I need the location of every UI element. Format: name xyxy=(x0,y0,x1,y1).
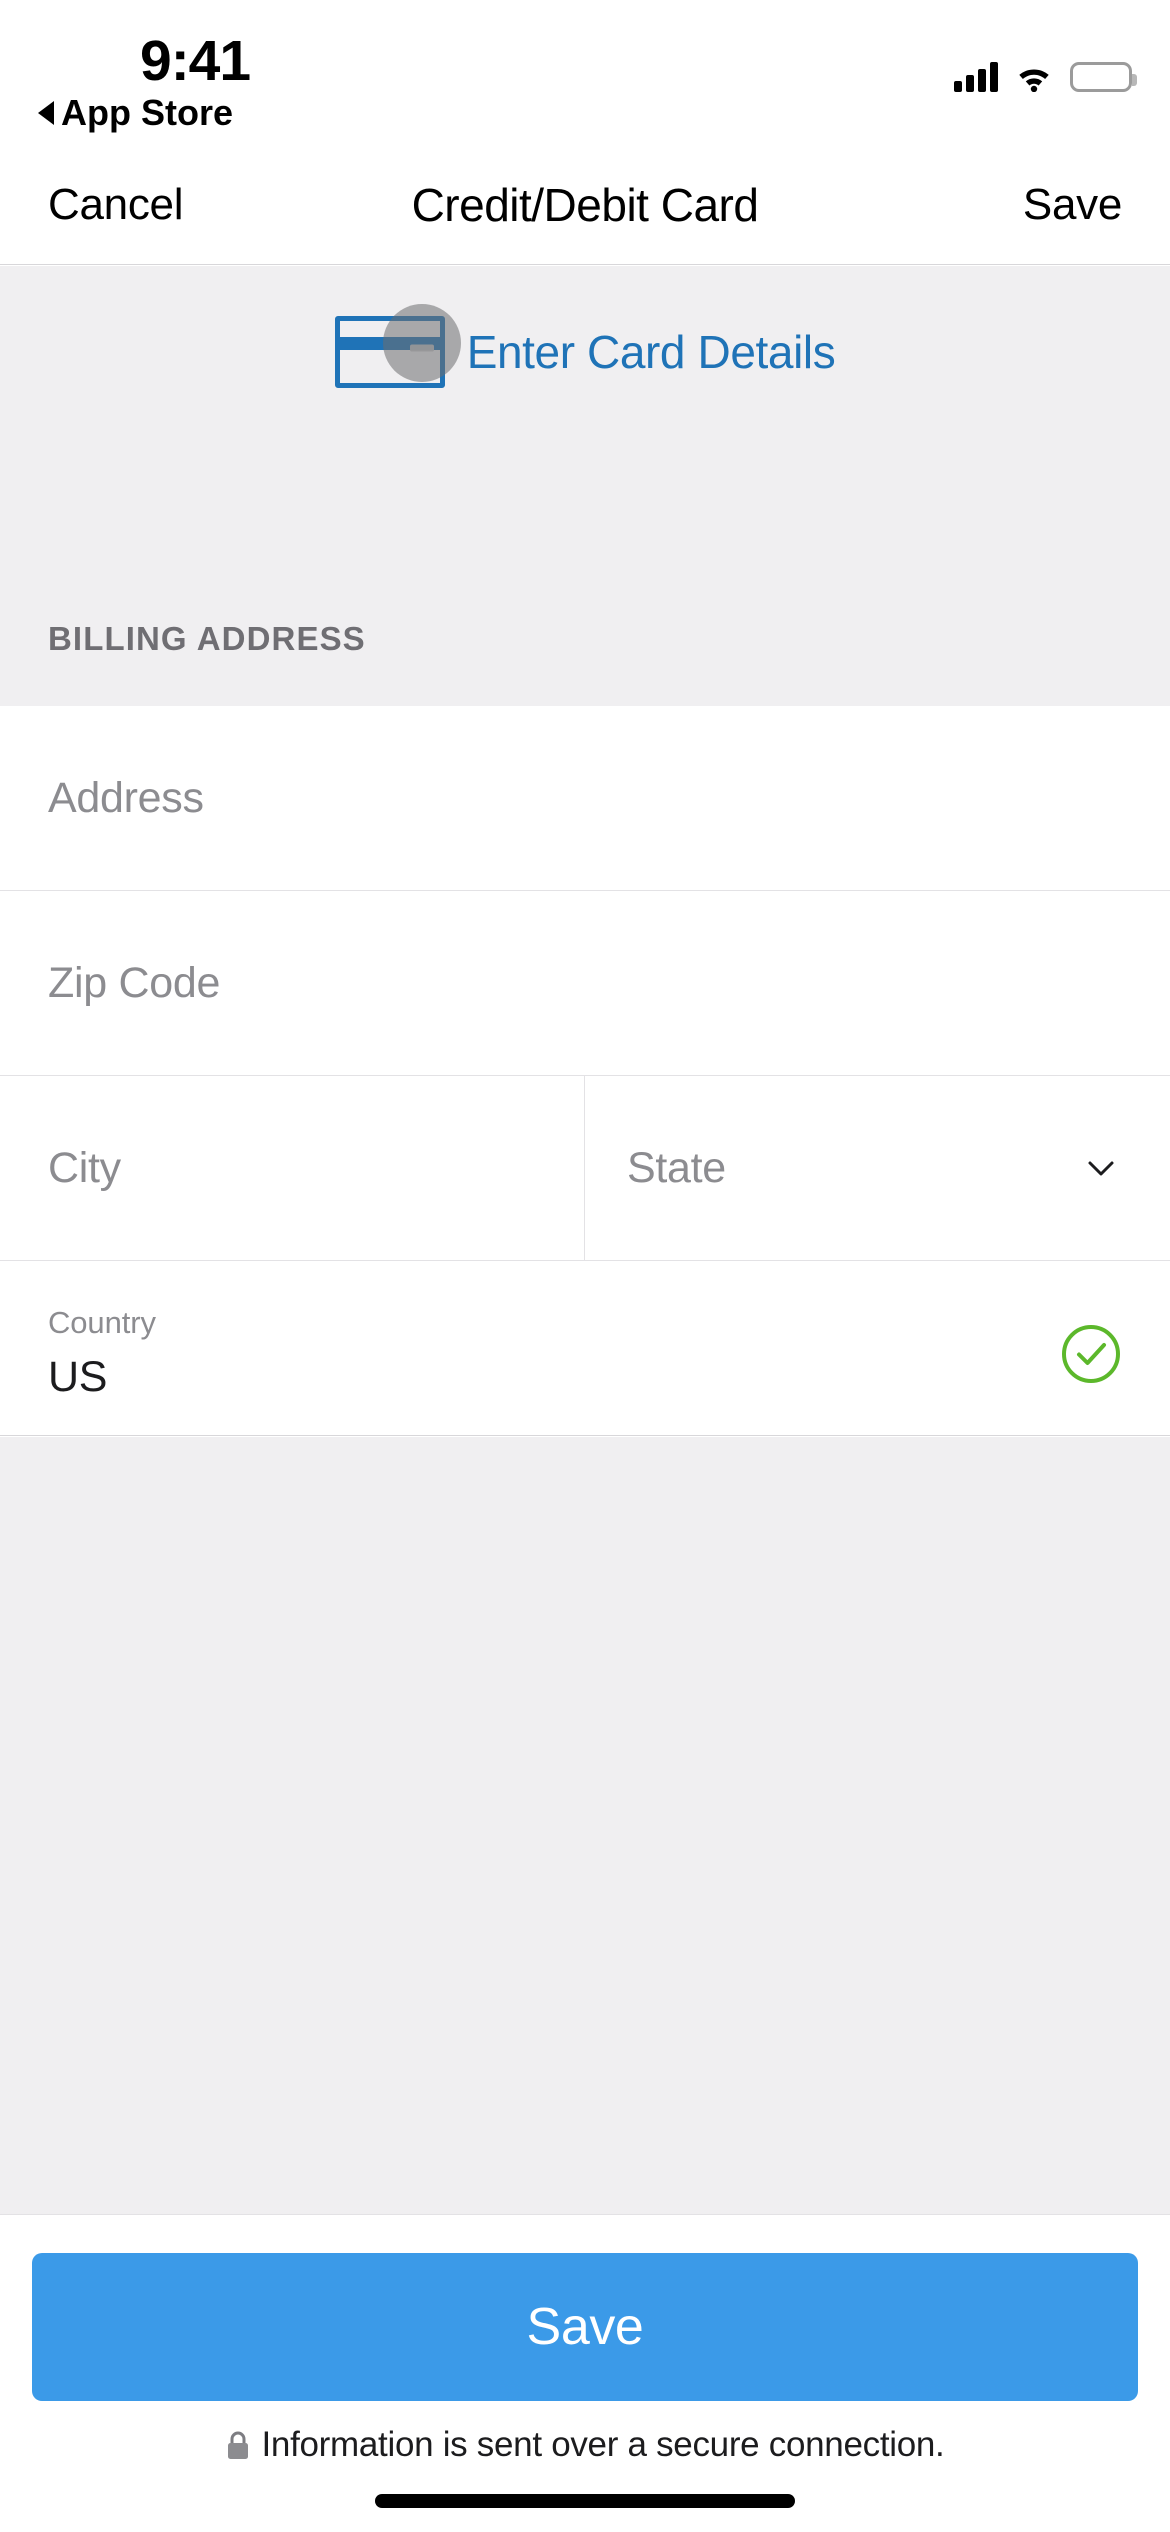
lock-icon xyxy=(227,2431,248,2459)
card-details-section: Enter Card Details BILLING ADDRESS xyxy=(0,266,1170,706)
status-bar-time: 9:41 xyxy=(140,29,251,93)
address-placeholder: Address xyxy=(48,773,204,822)
billing-address-header: BILLING ADDRESS xyxy=(48,620,366,657)
touch-pointer-circle xyxy=(382,304,461,382)
check-circle-icon xyxy=(1062,1324,1120,1383)
home-indicator[interactable] xyxy=(375,2494,795,2508)
secure-connection-text: Information is sent over a secure connec… xyxy=(261,2425,945,2464)
state-placeholder: State xyxy=(627,1143,726,1192)
save-button[interactable]: Save xyxy=(32,2253,1138,2401)
chevron-down-icon[interactable] xyxy=(1086,1153,1116,1183)
state-field[interactable]: State xyxy=(585,1076,1170,1260)
wifi-icon xyxy=(1019,69,1049,92)
address-field[interactable]: Address xyxy=(0,706,1170,891)
city-placeholder: City xyxy=(48,1143,121,1192)
navigation-bar: Cancel Credit/Debit Card Save xyxy=(0,145,1170,265)
status-bar: 9:41 App Store xyxy=(0,0,1170,145)
empty-gray-area xyxy=(0,1437,1170,2215)
cancel-button[interactable]: Cancel xyxy=(48,180,183,230)
triangle-left-icon xyxy=(38,101,54,125)
country-field[interactable]: Country US xyxy=(0,1261,1170,1446)
phone-screen: 9:41 App Store Cancel Credit/Debit Card … xyxy=(0,0,1170,2532)
status-bar-indicators xyxy=(954,48,1137,92)
footer-bar: Save Information is sent over a secure c… xyxy=(0,2215,1170,2532)
country-label: Country xyxy=(48,1305,156,1340)
country-value: US xyxy=(48,1353,108,1401)
back-label: App Store xyxy=(61,92,234,133)
back-to-app-store-button[interactable]: App Store xyxy=(38,92,233,134)
enter-card-details-label: Enter Card Details xyxy=(466,326,836,378)
page-title: Credit/Debit Card xyxy=(411,178,759,231)
enter-card-details-button[interactable]: Enter Card Details xyxy=(0,304,1170,388)
nav-save-button[interactable]: Save xyxy=(1023,180,1122,230)
cellular-signal-icon xyxy=(954,62,998,92)
credit-card-icon xyxy=(334,304,461,388)
zip-code-field[interactable]: Zip Code xyxy=(0,891,1170,1076)
city-field[interactable]: City xyxy=(0,1076,585,1260)
zip-code-placeholder: Zip Code xyxy=(48,958,221,1007)
battery-full-icon xyxy=(1070,62,1137,92)
secure-connection-notice: Information is sent over a secure connec… xyxy=(0,2425,1170,2465)
billing-address-form: Address Zip Code City State Country US xyxy=(0,706,1170,1436)
city-state-row: City State xyxy=(0,1076,1170,1261)
